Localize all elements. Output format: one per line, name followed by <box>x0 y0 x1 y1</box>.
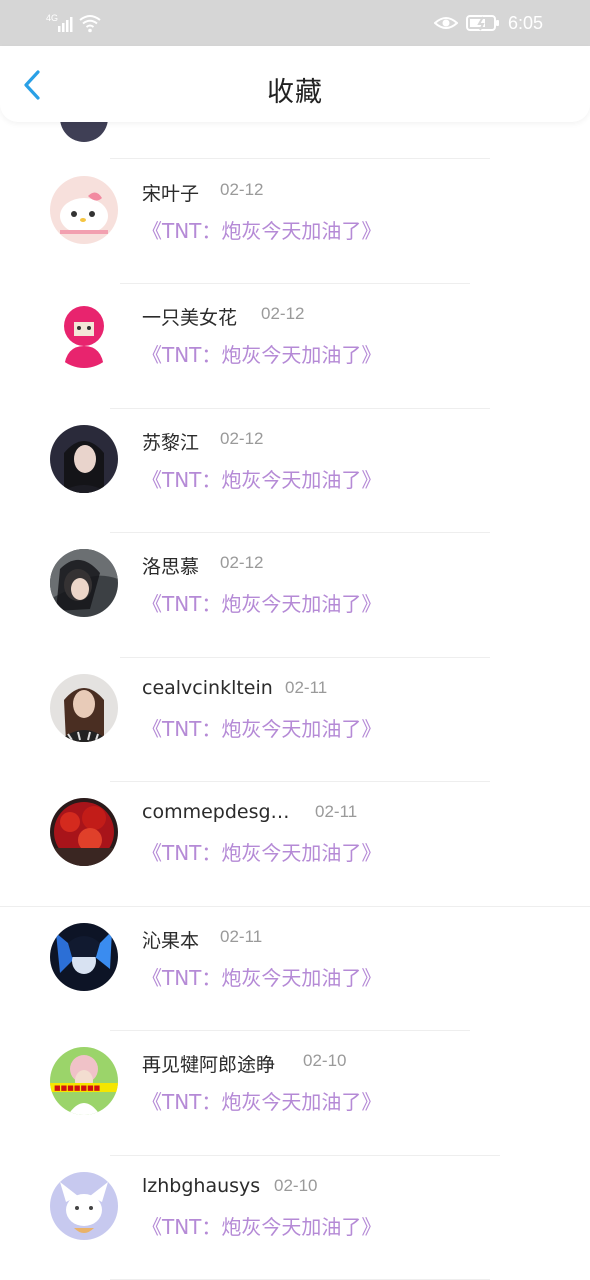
work-title-link[interactable]: 《TNT：炮灰今天加油了》 <box>142 713 381 742</box>
svg-text:■■■■■■■: ■■■■■■■ <box>54 1084 100 1092</box>
signal-icon: 4G <box>46 13 101 33</box>
list-item[interactable]: ■■■■■■■ 再见犍阿郎途睁 02-10 《TNT：炮灰今天加油了》 <box>0 1030 590 1154</box>
work-title-link[interactable]: 《TNT：炮灰今天加油了》 <box>142 962 381 991</box>
svg-text:4G: 4G <box>46 13 58 23</box>
avatar: ■■■■■■■ <box>50 1047 118 1115</box>
work-title-link[interactable]: 《TNT：炮灰今天加油了》 <box>142 837 381 866</box>
favorite-date: 02-10 <box>274 1176 318 1195</box>
favorite-date: 02-12 <box>220 553 264 572</box>
list-item[interactable]: 苏黎江 02-12 《TNT：炮灰今天加油了》 <box>0 408 590 532</box>
list-item[interactable]: 宋叶子 02-12 《TNT：炮灰今天加油了》 <box>0 159 590 283</box>
user-name: 沁果本 <box>142 930 200 952</box>
work-title-link[interactable]: 《TNT：炮灰今天加油了》 <box>142 1086 381 1115</box>
clock: 6:05 <box>507 12 543 33</box>
avatar <box>50 549 118 617</box>
work-title-link[interactable]: 《TNT：炮灰今天加油了》 <box>142 464 381 493</box>
favorite-date: 02-11 <box>220 927 263 946</box>
list-item[interactable]: commepdesg… 02-11 《TNT：炮灰今天加油了》 <box>0 781 590 905</box>
list-item[interactable]: cealvcinkltein 02-11 《TNT：炮灰今天加油了》 <box>0 657 590 781</box>
wifi-icon <box>79 15 101 28</box>
list-item[interactable]: lzhbghausys 02-10 《TNT：炮灰今天加油了》 <box>0 1155 590 1279</box>
work-title-link[interactable]: 《TNT：炮灰今天加油了》 <box>142 1211 381 1240</box>
avatar <box>50 798 118 866</box>
favorite-date: 02-12 <box>261 304 305 323</box>
eye-icon <box>433 17 458 29</box>
favorites-list[interactable]: 宋叶子 02-12 《TNT：炮灰今天加油了》 一只美女花 02-12 《TNT… <box>0 122 590 1280</box>
avatar <box>50 176 118 244</box>
work-title-link[interactable]: 《TNT：炮灰今天加油了》 <box>142 215 381 244</box>
user-name: commepdesg… <box>142 801 290 823</box>
user-name: 洛思慕 <box>142 556 200 578</box>
favorite-date: 02-10 <box>303 1051 347 1070</box>
user-name: 苏黎江 <box>142 432 200 454</box>
list-item[interactable]: 洛思慕 02-12 《TNT：炮灰今天加油了》 <box>0 532 590 656</box>
avatar <box>50 674 118 742</box>
favorite-date: 02-11 <box>285 678 328 697</box>
list-item[interactable]: 一只美女花 02-12 《TNT：炮灰今天加油了》 <box>0 283 590 407</box>
list-item[interactable]: 沁果本 02-11 《TNT：炮灰今天加油了》 <box>0 906 590 1030</box>
user-name: 一只美女花 <box>142 307 238 329</box>
user-name: 宋叶子 <box>142 183 200 205</box>
avatar <box>50 425 118 493</box>
user-name: lzhbghausys <box>142 1175 261 1197</box>
status-bar: 4G 6:05 <box>0 0 590 46</box>
user-name: 再见犍阿郎途睁 <box>142 1054 276 1076</box>
avatar <box>50 300 118 368</box>
favorite-date: 02-12 <box>220 180 264 199</box>
favorite-date: 02-12 <box>220 429 264 448</box>
work-title-link[interactable]: 《TNT：炮灰今天加油了》 <box>142 588 381 617</box>
avatar <box>50 1172 118 1240</box>
favorite-date: 02-11 <box>315 802 358 821</box>
work-title-link[interactable]: 《TNT：炮灰今天加油了》 <box>142 339 381 368</box>
avatar <box>60 122 108 142</box>
user-name: cealvcinkltein <box>142 677 273 699</box>
app-header: 收藏 <box>0 46 590 122</box>
avatar <box>50 923 118 991</box>
battery-icon <box>465 15 499 31</box>
page-title: 收藏 <box>267 77 323 108</box>
